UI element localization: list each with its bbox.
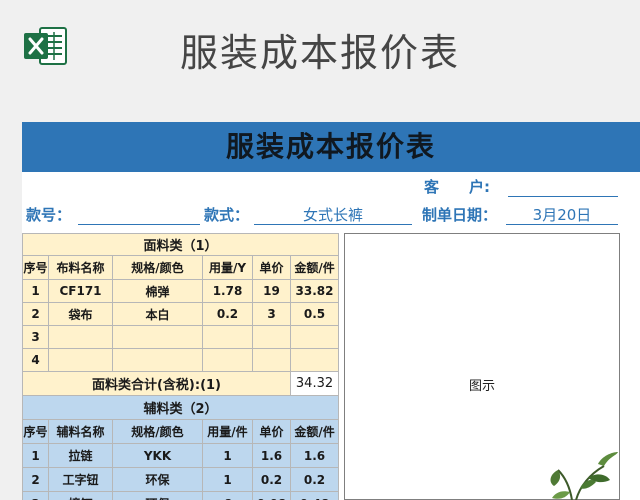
table-cell[interactable]: 拉链	[48, 443, 113, 468]
table-row: 4	[22, 348, 340, 372]
table-cell[interactable]	[48, 325, 113, 349]
table-cell[interactable]: 1	[202, 443, 253, 468]
table-row: 1 CF171 棉弹 1.78 19 33.82	[22, 279, 340, 303]
table-cell[interactable]: 0.2	[252, 467, 291, 492]
accessory-section-title: 辅料类（2）	[22, 395, 340, 420]
table-cell[interactable]: 环保	[112, 491, 203, 500]
table-cell[interactable]: 工字钮	[48, 467, 113, 492]
spreadsheet: 服装成本报价表 客 户: 款号： 款式： 女式长裤 制单日期： 3月20日 面料…	[22, 122, 640, 500]
table-cell[interactable]	[112, 348, 203, 372]
table-cell[interactable]	[289, 348, 340, 372]
accessory-header-cell: 用量/件	[202, 419, 253, 444]
fabric-header-cell: 布料名称	[48, 255, 113, 280]
table-row: 3	[22, 325, 340, 349]
style-no-label: 款号：	[26, 206, 72, 224]
table-cell[interactable]: 3	[22, 325, 49, 349]
date-value[interactable]: 3月20日	[506, 204, 618, 225]
table-cell[interactable]	[289, 325, 340, 349]
customer-label: 客 户:	[424, 178, 490, 196]
table-cell[interactable]	[202, 348, 253, 372]
fabric-header-cell: 规格/颜色	[112, 255, 203, 280]
table-cell[interactable]: 1.6	[289, 443, 340, 468]
table-cell[interactable]: 6	[202, 491, 253, 500]
table-row: 2 袋布 本白 0.2 3 0.5	[22, 302, 340, 326]
accessory-header-cell: 金额/件	[289, 419, 340, 444]
table-row: 2 工字钮 环保 1 0.2 0.2	[22, 467, 340, 492]
table-cell[interactable]: 3	[22, 491, 49, 500]
plant-icon	[550, 452, 618, 500]
date-label: 制单日期：	[422, 206, 498, 224]
fabric-table: 面料类（1） 序号 布料名称 规格/颜色 用量/Y 单价 金额/件 1 CF17…	[22, 233, 340, 396]
table-cell[interactable]	[112, 325, 203, 349]
table-cell[interactable]: 0.08	[252, 491, 291, 500]
page-title: 服装成本报价表	[179, 31, 460, 75]
table-cell[interactable]: 2	[22, 467, 49, 492]
table-cell[interactable]: 袋布	[48, 302, 113, 326]
table-cell[interactable]: 1	[22, 279, 49, 303]
table-cell[interactable]: 1	[202, 467, 253, 492]
style-no-underline	[78, 224, 200, 225]
table-cell[interactable]	[48, 348, 113, 372]
table-cell[interactable]: 本白	[112, 302, 203, 326]
table-cell[interactable]: 0.2	[202, 302, 253, 326]
accessory-header-cell: 单价	[252, 419, 291, 444]
table-cell[interactable]: 0.5	[289, 302, 340, 326]
fabric-header-cell: 单价	[252, 255, 291, 280]
table-cell[interactable]: 1	[22, 443, 49, 468]
table-cell[interactable]: 0.2	[289, 467, 340, 492]
fabric-header-cell: 金额/件	[289, 255, 340, 280]
table-cell[interactable]: CF171	[48, 279, 113, 303]
accessory-header-cell: 序号	[22, 419, 49, 444]
fabric-header-cell: 用量/Y	[202, 255, 253, 280]
fabric-section-title: 面料类（1）	[22, 233, 340, 256]
table-cell[interactable]: 1.78	[202, 279, 253, 303]
sheet-title: 服装成本报价表	[22, 122, 640, 172]
table-cell[interactable]: 棉弹	[112, 279, 203, 303]
table-cell[interactable]	[252, 325, 291, 349]
table-row: 3 撞钉 环保 6 0.08 0.48	[22, 491, 340, 500]
table-cell[interactable]: 19	[252, 279, 291, 303]
accessory-header-cell: 规格/颜色	[112, 419, 203, 444]
accessory-header-cell: 辅料名称	[48, 419, 113, 444]
table-cell[interactable]: 1.6	[252, 443, 291, 468]
illustration-label: 图示	[468, 379, 495, 394]
fabric-subtotal-label: 面料类合计(含税):(1)	[22, 371, 291, 396]
table-cell[interactable]: 0.48	[289, 491, 340, 500]
header-banner: 服装成本报价表	[0, 0, 640, 98]
style-value[interactable]: 女式长裤	[254, 204, 412, 225]
accessory-table: 辅料类（2） 序号 辅料名称 规格/颜色 用量/件 单价 金额/件 1 拉链 Y…	[22, 395, 340, 500]
fabric-header-cell: 序号	[22, 255, 49, 280]
table-cell[interactable]: 3	[252, 302, 291, 326]
table-cell[interactable]: YKK	[112, 443, 203, 468]
table-cell[interactable]: 33.82	[289, 279, 340, 303]
table-cell[interactable]: 2	[22, 302, 49, 326]
table-cell[interactable]: 4	[22, 348, 49, 372]
table-cell[interactable]	[202, 325, 253, 349]
table-row: 1 拉链 YKK 1 1.6 1.6	[22, 443, 340, 468]
customer-underline	[508, 196, 618, 197]
style-label: 款式：	[204, 206, 250, 224]
table-cell[interactable]	[252, 348, 291, 372]
fabric-subtotal-value: 34.32	[289, 371, 340, 396]
table-cell[interactable]: 撞钉	[48, 491, 113, 500]
table-cell[interactable]: 环保	[112, 467, 203, 492]
